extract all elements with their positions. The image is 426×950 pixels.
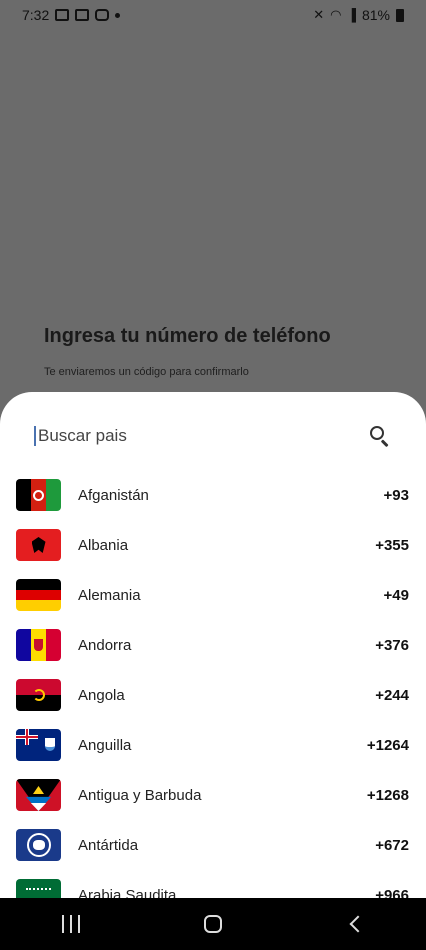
country-item-antigua-y-barbuda[interactable]: Antigua y Barbuda +1268 [0, 770, 426, 820]
country-name: Antigua y Barbuda [78, 786, 202, 804]
notification-dot-icon [115, 12, 121, 18]
country-item-arabia-saudita[interactable]: Arabia Saudita +966 [0, 870, 426, 898]
home-icon[interactable] [204, 915, 222, 933]
battery-icon [396, 8, 404, 22]
country-name: Antártida [78, 836, 139, 854]
search-row [0, 412, 426, 460]
country-picker-sheet: Afganistán +93 Albania +355 Alemania +49 [0, 392, 426, 898]
signal-icon: ▐ [347, 8, 356, 22]
battery-level: 81% [361, 7, 390, 23]
germany-flag-icon [16, 579, 61, 611]
anguilla-flag-icon [16, 729, 61, 761]
antarctica-flag-icon [16, 829, 61, 861]
country-item-andorra[interactable]: Andorra +376 [0, 620, 426, 670]
angola-flag-icon [16, 679, 61, 711]
page-title: Ingresa tu número de teléfono [44, 325, 331, 347]
country-name: Angola [78, 686, 125, 704]
mute-icon: ✕ [313, 7, 325, 22]
country-name: Andorra [78, 636, 132, 654]
country-item-anguilla[interactable]: Anguilla +1264 [0, 720, 426, 770]
antigua-barbuda-flag-icon [16, 779, 61, 811]
country-item-antartida[interactable]: Antártida +672 [0, 820, 426, 870]
albania-flag-icon [16, 529, 61, 561]
country-code: +1268 [366, 786, 409, 804]
country-name: Albania [78, 536, 129, 554]
andorra-flag-icon [16, 629, 61, 661]
country-name: Afganistán [78, 486, 149, 504]
country-code: +966 [375, 886, 409, 899]
country-name: Arabia Saudita [78, 886, 177, 899]
afghanistan-flag-icon [16, 479, 61, 511]
wifi-icon: ◠ [330, 7, 342, 22]
country-item-alemania[interactable]: Alemania +49 [0, 570, 426, 620]
country-code: +355 [375, 536, 409, 554]
search-input[interactable] [34, 426, 368, 446]
saudi-arabia-flag-icon [16, 879, 61, 898]
recent-apps-icon[interactable] [62, 915, 80, 933]
calendar-icon [75, 9, 90, 21]
country-code: +244 [375, 686, 409, 704]
country-code: +1264 [366, 736, 409, 754]
country-item-albania[interactable]: Albania +355 [0, 520, 426, 570]
back-icon[interactable] [349, 915, 367, 933]
status-time: 7:32 [22, 7, 50, 23]
status-right: ✕ ◠ ▐ 81% [313, 7, 404, 23]
country-name: Anguilla [78, 736, 132, 754]
country-list: Afganistán +93 Albania +355 Alemania +49 [0, 470, 426, 898]
page-subtitle: Te enviaremos un código para confirmarlo [44, 366, 249, 378]
country-item-angola[interactable]: Angola +244 [0, 670, 426, 720]
youtube-icon [95, 9, 110, 21]
country-item-afganistan[interactable]: Afganistán +93 [0, 470, 426, 520]
country-code: +376 [375, 636, 409, 654]
country-name: Alemania [78, 586, 141, 604]
system-navigation-bar [0, 898, 426, 950]
status-bar: 7:32 ✕ ◠ ▐ 81% [0, 0, 426, 30]
country-code: +93 [383, 486, 409, 504]
gallery-icon [55, 9, 70, 21]
status-left: 7:32 [22, 7, 121, 23]
country-code: +672 [375, 836, 409, 854]
search-icon[interactable] [368, 424, 392, 448]
country-code: +49 [383, 586, 409, 604]
